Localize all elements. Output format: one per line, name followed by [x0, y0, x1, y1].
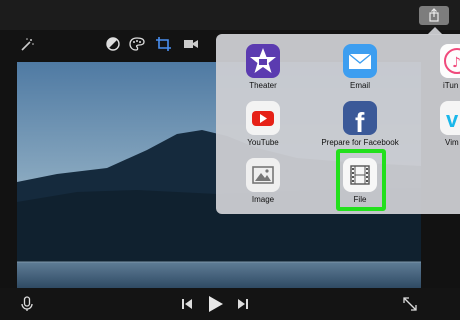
youtube-icon: [246, 101, 280, 135]
color-balance-icon[interactable]: [105, 36, 121, 52]
top-bar: [0, 0, 460, 30]
youtube-label: YouTube: [247, 138, 279, 147]
crop-icon[interactable]: [155, 36, 173, 52]
file-highlight-box: [336, 149, 386, 211]
vimeo-app-icon[interactable]: v: [440, 101, 460, 135]
facebook-icon: f: [343, 101, 377, 135]
theater-label: Theater: [249, 81, 277, 90]
skip-forward-icon[interactable]: [236, 298, 250, 310]
youtube-app-icon[interactable]: [246, 101, 280, 135]
image-icon: [246, 158, 280, 192]
play-icon[interactable]: [206, 295, 224, 313]
itunes-app-icon[interactable]: ♪: [440, 44, 460, 78]
share-icon: [429, 8, 439, 22]
vimeo-label: Vim: [445, 138, 459, 147]
image-app-icon[interactable]: [246, 158, 280, 192]
facebook-app-icon[interactable]: f: [343, 101, 377, 135]
itunes-icon: ♪: [440, 44, 460, 78]
email-app-icon[interactable]: [343, 44, 377, 78]
camera-icon[interactable]: [182, 36, 200, 52]
email-label: Email: [349, 81, 370, 90]
palette-icon[interactable]: [128, 36, 146, 52]
share-button[interactable]: [419, 6, 449, 25]
magic-wand-icon[interactable]: [18, 36, 36, 52]
envelope-icon: [343, 44, 377, 78]
expand-icon[interactable]: [402, 296, 418, 312]
svg-text:f: f: [355, 107, 365, 135]
svg-text:♪: ♪: [452, 55, 460, 71]
microphone-icon[interactable]: [20, 296, 34, 312]
theater-app-icon[interactable]: [246, 44, 280, 78]
prepare-for-facebook-label: Prepare for Facebook: [321, 138, 399, 147]
svg-text:v: v: [446, 107, 459, 132]
vimeo-icon: v: [440, 101, 460, 135]
itunes-label: iTun: [443, 81, 459, 90]
image-label: Image: [251, 195, 275, 204]
theater-star-icon: [246, 44, 280, 78]
playback-bar: [0, 288, 460, 320]
skip-back-icon[interactable]: [180, 298, 194, 310]
